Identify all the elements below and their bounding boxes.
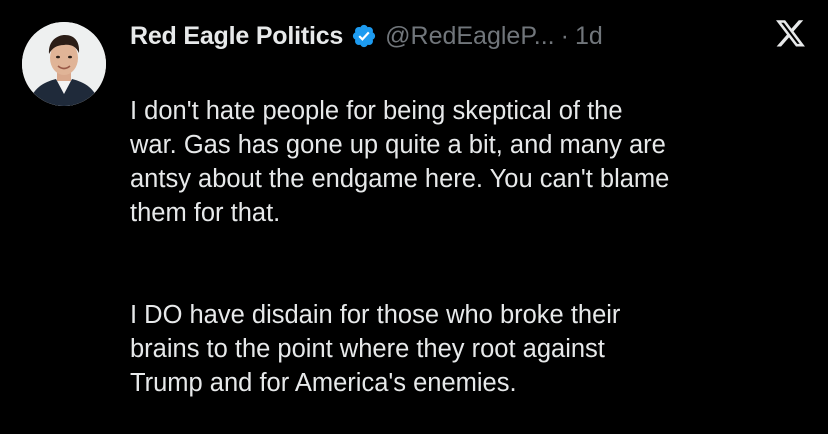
avatar-image — [22, 22, 106, 106]
tweet-paragraph-1: I don't hate people for being skeptical … — [130, 97, 670, 227]
tweet-card[interactable]: Red Eagle Politics @RedEagleP... · 1d I … — [0, 0, 828, 404]
x-logo-icon — [776, 20, 806, 48]
avatar[interactable] — [22, 22, 106, 106]
verified-badge-icon — [351, 23, 377, 49]
display-name[interactable]: Red Eagle Politics — [130, 22, 343, 51]
separator-dot: · — [560, 21, 569, 50]
tweet-header: Red Eagle Politics @RedEagleP... · 1d — [130, 16, 603, 56]
tweet-text: I don't hate people for being skeptical … — [130, 60, 810, 434]
user-handle[interactable]: @RedEagleP... — [385, 22, 554, 51]
timestamp[interactable]: 1d — [575, 22, 603, 51]
tweet-paragraph-2: I DO have disdain for those who broke th… — [130, 301, 621, 397]
